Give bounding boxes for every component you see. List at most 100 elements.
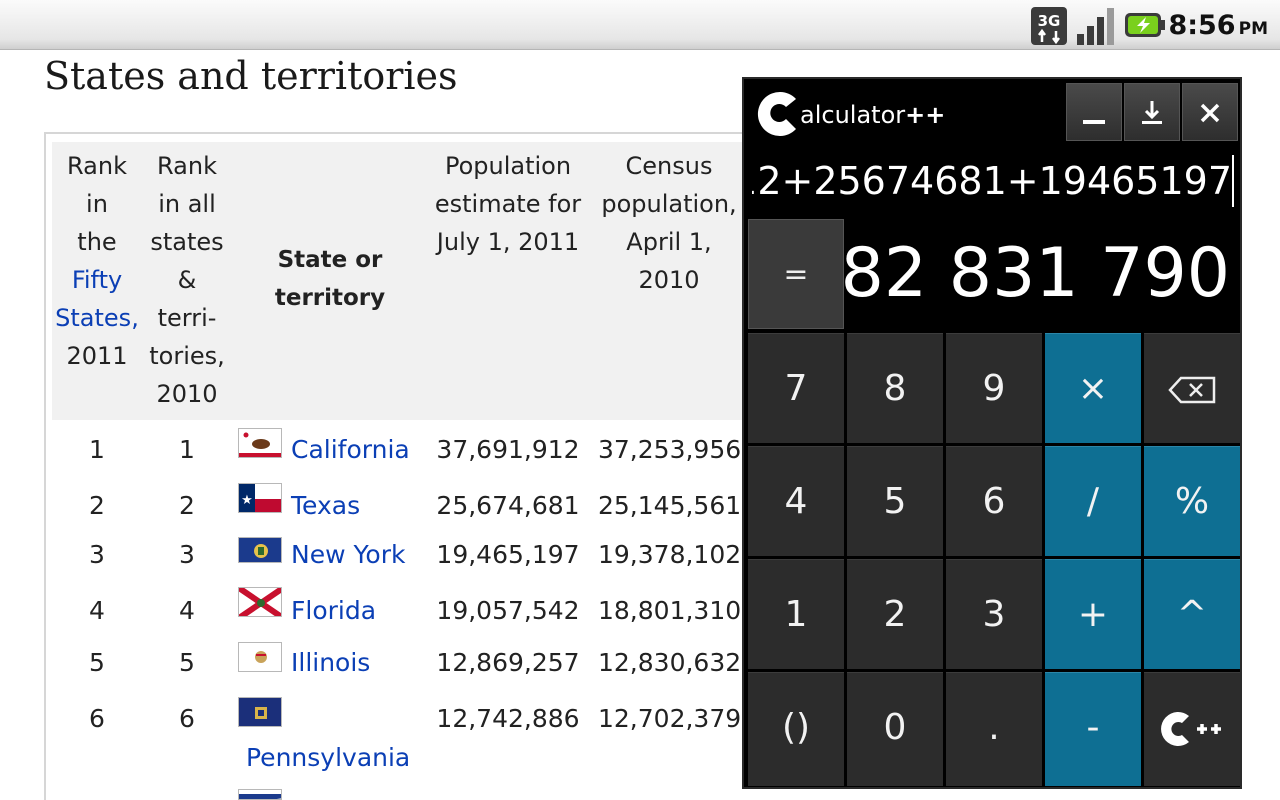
header-text: terri- (157, 304, 217, 332)
key-dot[interactable]: . (946, 672, 1042, 786)
census-2010-cell: 12,830,632 (598, 648, 742, 677)
header-text: April 1, (626, 228, 712, 256)
pop-2011-cell: 25,674,681 (436, 491, 580, 520)
network-type-label: 3G (1038, 12, 1061, 30)
header-rank-all[interactable]: Rank in all states & terri- tories, 2010 (142, 147, 232, 413)
result-display: 82 831 790 (840, 234, 1230, 313)
calculator-logo-icon (1161, 712, 1221, 746)
census-2010-cell: 19,378,102 (598, 540, 742, 569)
section-title: States and territories (44, 54, 458, 98)
minimize-icon (1083, 120, 1105, 124)
minimize-button[interactable] (1066, 83, 1122, 141)
calculator-window: alculator++ 37691912+25674681+19465197 =… (742, 77, 1242, 789)
rank-fifty-cell: 6 (89, 704, 105, 733)
key-plus[interactable]: + (1045, 559, 1141, 669)
header-rank-fifty[interactable]: Rank in the Fifty States, 2011 (52, 147, 142, 375)
rank-fifty-cell: 4 (89, 596, 105, 625)
download-button[interactable] (1124, 83, 1180, 141)
key-8[interactable]: 8 (847, 333, 943, 443)
key-0[interactable]: 0 (847, 672, 943, 786)
header-text: Census (625, 152, 713, 180)
signal-strength-icon (1077, 8, 1114, 45)
header-text: July 1, 2011 (436, 228, 580, 256)
key-divide[interactable]: / (1045, 446, 1141, 556)
header-text: tories, (149, 342, 225, 370)
pop-2011-cell: 19,465,197 (436, 540, 580, 569)
calculator-c-logo-icon (757, 92, 796, 136)
logo-text: alculator (800, 101, 906, 129)
header-state[interactable]: State or territory (240, 241, 420, 317)
florida-flag-icon (238, 587, 282, 617)
logo-wordmark: alculator++ (800, 101, 945, 129)
state-link-texas[interactable]: Texas (291, 491, 360, 520)
header-text: territory (274, 285, 386, 311)
state-link-new-york[interactable]: New York (291, 540, 405, 569)
header-text: population, (601, 190, 737, 218)
header-text: in all (158, 190, 216, 218)
header-text: & (177, 266, 197, 294)
header-text: estimate for (434, 190, 582, 218)
key-5[interactable]: 5 (847, 446, 943, 556)
header-text: in (86, 190, 108, 218)
calculator-logo: alculator++ (756, 85, 976, 141)
backspace-button[interactable] (1144, 333, 1240, 443)
key-multiply[interactable]: × (1045, 333, 1141, 443)
header-pop-estimate[interactable]: Population estimate for July 1, 2011 (420, 147, 596, 261)
key-3[interactable]: 3 (946, 559, 1042, 669)
california-flag-icon (238, 428, 282, 458)
header-text: 2011 (66, 342, 128, 370)
menu-button[interactable] (1144, 672, 1240, 786)
states-link[interactable]: States, (55, 304, 139, 332)
close-icon (1200, 103, 1220, 123)
key-percent[interactable]: % (1144, 446, 1240, 556)
state-link-pennsylvania[interactable]: Pennsylvania (246, 743, 410, 772)
key-4[interactable]: 4 (748, 446, 844, 556)
state-link-illinois[interactable]: Illinois (291, 648, 370, 677)
rank-all-cell: 5 (179, 648, 195, 677)
state-link-florida[interactable]: Florida (291, 596, 376, 625)
header-text: states (150, 228, 224, 256)
expression-text: 37691912+25674681+19465197 (752, 159, 1232, 203)
download-icon (1142, 101, 1162, 124)
illinois-flag-icon (238, 642, 282, 672)
key-minus[interactable]: - (1045, 672, 1141, 786)
key-2[interactable]: 2 (847, 559, 943, 669)
rank-all-cell: 2 (179, 491, 195, 520)
key-9[interactable]: 9 (946, 333, 1042, 443)
key-power[interactable]: ^ (1144, 559, 1240, 669)
rank-all-cell: 4 (179, 596, 195, 625)
rank-fifty-cell: 3 (89, 540, 105, 569)
equals-button[interactable]: = (748, 219, 844, 329)
pop-2011-cell: 12,742,886 (436, 704, 580, 733)
logo-plus: ++ (905, 101, 946, 129)
battery-charging-icon (1125, 13, 1165, 37)
rank-fifty-cell: 5 (89, 648, 105, 677)
new-york-flag-icon (238, 537, 282, 563)
rank-all-cell: 1 (179, 435, 195, 464)
pop-2011-cell: 37,691,912 (436, 435, 580, 464)
clock-ampm: PM (1238, 19, 1268, 39)
fifty-link[interactable]: Fifty (72, 266, 122, 294)
census-2010-cell: 37,253,956 (598, 435, 742, 464)
key-7[interactable]: 7 (748, 333, 844, 443)
key-parentheses[interactable]: () (748, 672, 844, 786)
header-text: 2010 (638, 266, 700, 294)
svg-text:★: ★ (241, 493, 253, 508)
rank-all-cell: 6 (179, 704, 195, 733)
ohio-flag-icon (238, 789, 282, 800)
header-census[interactable]: Census population, April 1, 2010 (596, 147, 742, 299)
expression-input[interactable]: 37691912+25674681+19465197 (752, 155, 1234, 207)
header-text: Rank (157, 152, 217, 180)
state-link-california[interactable]: California (291, 435, 410, 464)
census-2010-cell: 18,801,310 (598, 596, 742, 625)
pop-2011-cell: 12,869,257 (436, 648, 580, 677)
header-text: the (77, 228, 117, 256)
rank-all-cell: 3 (179, 540, 195, 569)
pennsylvania-flag-icon (238, 697, 282, 727)
key-1[interactable]: 1 (748, 559, 844, 669)
key-6[interactable]: 6 (946, 446, 1042, 556)
census-2010-cell: 12,702,379 (598, 704, 742, 733)
close-button[interactable] (1182, 83, 1238, 141)
rank-fifty-cell: 1 (89, 435, 105, 464)
census-2010-cell: 25,145,561 (598, 491, 742, 520)
